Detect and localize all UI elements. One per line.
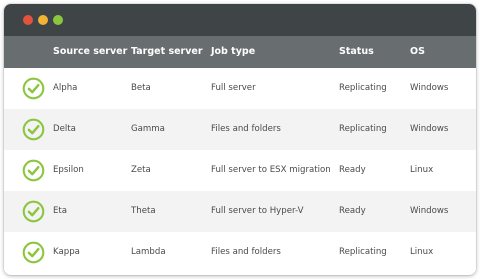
app-window: Source server Target server Job type Sta…: [4, 4, 476, 275]
status-cell: Replicating: [339, 83, 387, 93]
target-server-cell: Gamma: [131, 124, 165, 134]
column-header-source-server[interactable]: Source server: [53, 36, 127, 68]
title-bar: [4, 4, 476, 36]
close-window-button[interactable]: [23, 15, 33, 25]
os-cell: Linux: [410, 247, 434, 257]
check-circle-icon: [22, 118, 45, 141]
column-header-target-server[interactable]: Target server: [131, 36, 203, 68]
target-server-cell: Theta: [131, 206, 156, 216]
source-server-cell: Eta: [53, 206, 68, 216]
target-server-cell: Beta: [131, 83, 151, 93]
job-type-cell: Full server to Hyper-V: [211, 206, 304, 216]
table-row[interactable]: Epsilon Zeta Full server to ESX migratio…: [4, 150, 476, 191]
check-circle-icon: [22, 159, 45, 182]
table-row[interactable]: Eta Theta Full server to Hyper-V Ready W…: [4, 191, 476, 232]
column-header-job-type[interactable]: Job type: [211, 36, 255, 68]
source-server-cell: Alpha: [53, 83, 78, 93]
job-type-cell: Full server to ESX migration: [211, 165, 331, 175]
check-circle-icon: [22, 77, 45, 100]
table-header: Source server Target server Job type Sta…: [4, 36, 476, 68]
source-server-cell: Epsilon: [53, 165, 84, 175]
target-server-cell: Zeta: [131, 165, 151, 175]
source-server-cell: Kappa: [53, 247, 80, 257]
column-header-os[interactable]: OS: [410, 36, 425, 68]
source-server-cell: Delta: [53, 124, 76, 134]
status-cell: Ready: [339, 206, 366, 216]
zoom-window-button[interactable]: [53, 15, 63, 25]
minimize-window-button[interactable]: [38, 15, 48, 25]
os-cell: Windows: [410, 83, 449, 93]
check-circle-icon: [22, 241, 45, 264]
target-server-cell: Lambda: [131, 247, 166, 257]
job-type-cell: Full server: [211, 83, 256, 93]
column-header-status[interactable]: Status: [339, 36, 374, 68]
os-cell: Windows: [410, 206, 449, 216]
status-cell: Replicating: [339, 124, 387, 134]
table-row[interactable]: Kappa Lambda Files and folders Replicati…: [4, 232, 476, 273]
job-type-cell: Files and folders: [211, 124, 281, 134]
status-cell: Replicating: [339, 247, 387, 257]
check-circle-icon: [22, 200, 45, 223]
os-cell: Windows: [410, 124, 449, 134]
table-row[interactable]: Alpha Beta Full server Replicating Windo…: [4, 68, 476, 109]
job-type-cell: Files and folders: [211, 247, 281, 257]
os-cell: Linux: [410, 165, 434, 175]
status-cell: Ready: [339, 165, 366, 175]
table-row[interactable]: Delta Gamma Files and folders Replicatin…: [4, 109, 476, 150]
